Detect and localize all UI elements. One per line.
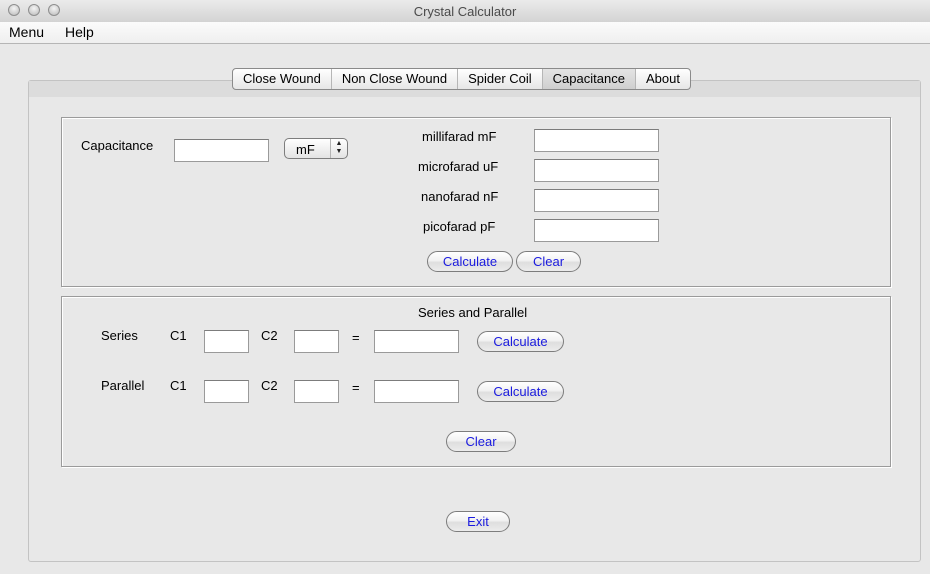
exit-button[interactable]: Exit [446,511,510,532]
series-parallel-clear-button[interactable]: Clear [446,431,516,452]
millifarad-field[interactable] [534,129,659,152]
menu-menu[interactable]: Menu [9,24,44,40]
series-c1-input[interactable] [204,330,249,353]
picofarad-label: picofarad pF [423,219,496,234]
window-title: Crystal Calculator [413,4,517,19]
series-result-field[interactable] [374,330,459,353]
parallel-calculate-button[interactable]: Calculate [477,381,564,402]
converter-calculate-button[interactable]: Calculate [427,251,513,272]
tab-spider-coil[interactable]: Spider Coil [458,69,543,89]
series-equals-sign: = [352,330,360,345]
up-down-arrows-icon: ▲ ▼ [330,139,347,158]
nanofarad-label: nanofarad nF [421,189,499,204]
tab-close-wound[interactable]: Close Wound [233,69,332,89]
microfarad-label: microfarad uF [418,159,499,174]
capacitance-label: Capacitance [81,138,154,153]
capacitance-input[interactable] [174,139,269,162]
series-c1-label: C1 [170,328,187,343]
millifarad-label: millifarad mF [422,129,497,144]
series-label: Series [101,328,138,343]
parallel-label: Parallel [101,378,145,393]
tab-non-close-wound[interactable]: Non Close Wound [332,69,459,89]
series-parallel-title: Series and Parallel [418,305,528,320]
converter-clear-button[interactable]: Clear [516,251,581,272]
picofarad-field[interactable] [534,219,659,242]
series-c2-label: C2 [261,328,278,343]
menu-help[interactable]: Help [65,24,94,40]
parallel-c2-input[interactable] [294,380,339,403]
tab-about[interactable]: About [636,69,690,89]
parallel-c2-label: C2 [261,378,278,393]
parallel-c1-input[interactable] [204,380,249,403]
title-bar: Crystal Calculator [0,0,930,23]
series-calculate-button[interactable]: Calculate [477,331,564,352]
parallel-c1-label: C1 [170,378,187,393]
unit-select[interactable]: mF ▲ ▼ [284,138,348,159]
unit-select-value: mF [296,142,315,157]
tab-capacitance[interactable]: Capacitance [542,69,636,89]
parallel-result-field[interactable] [374,380,459,403]
series-c2-input[interactable] [294,330,339,353]
microfarad-field[interactable] [534,159,659,182]
menu-bar: Menu Help [0,22,930,44]
nanofarad-field[interactable] [534,189,659,212]
tab-bar: Close Wound Non Close Wound Spider Coil … [232,68,691,90]
parallel-equals-sign: = [352,380,360,395]
